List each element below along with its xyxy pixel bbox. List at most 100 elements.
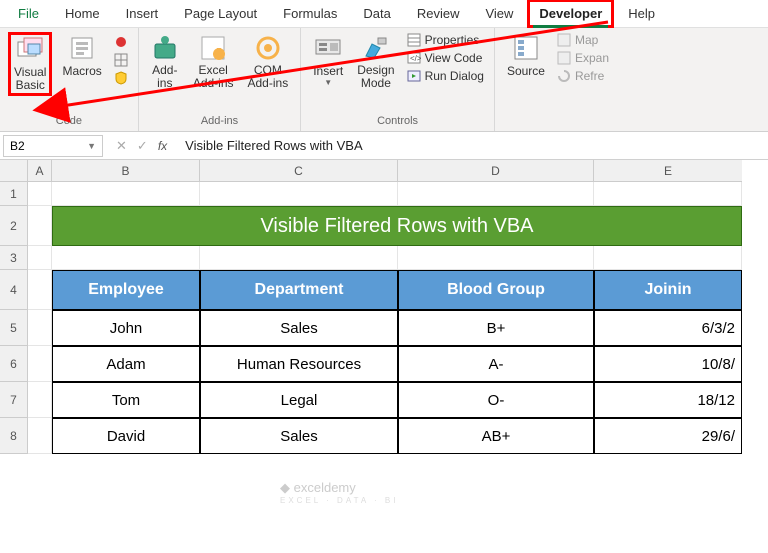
expand-icon bbox=[557, 51, 571, 65]
tab-page-layout[interactable]: Page Layout bbox=[172, 0, 269, 28]
cell[interactable] bbox=[28, 206, 52, 246]
cell-department[interactable]: Sales bbox=[200, 310, 398, 346]
table-header[interactable]: Joinin bbox=[594, 270, 742, 310]
tab-insert[interactable]: Insert bbox=[114, 0, 171, 28]
cancel-icon[interactable]: ✕ bbox=[116, 138, 127, 154]
row-header-7[interactable]: 7 bbox=[0, 382, 28, 418]
insert-control-icon bbox=[314, 34, 342, 62]
cell[interactable] bbox=[28, 346, 52, 382]
design-mode-button[interactable]: Design Mode bbox=[353, 32, 398, 92]
accept-icon[interactable]: ✓ bbox=[137, 138, 148, 154]
excel-addins-button[interactable]: Excel Add-ins bbox=[189, 32, 238, 92]
map-properties-button[interactable]: Map bbox=[555, 32, 611, 48]
tab-review[interactable]: Review bbox=[405, 0, 472, 28]
cell[interactable] bbox=[28, 418, 52, 454]
col-header-d[interactable]: D bbox=[398, 160, 594, 182]
row-header-2[interactable]: 2 bbox=[0, 206, 28, 246]
cell[interactable] bbox=[594, 246, 742, 270]
cell[interactable] bbox=[28, 382, 52, 418]
tab-file[interactable]: File bbox=[6, 0, 51, 28]
grid-icon bbox=[114, 53, 128, 67]
cell-join[interactable]: 29/6/ bbox=[594, 418, 742, 454]
fx-icon[interactable]: fx bbox=[158, 139, 167, 153]
cell[interactable] bbox=[28, 310, 52, 346]
tab-formulas[interactable]: Formulas bbox=[271, 0, 349, 28]
cell[interactable] bbox=[398, 246, 594, 270]
cell-join[interactable]: 10/8/ bbox=[594, 346, 742, 382]
view-code-button[interactable]: </> View Code bbox=[405, 50, 486, 66]
cell[interactable] bbox=[52, 246, 200, 270]
tab-view[interactable]: View bbox=[473, 0, 525, 28]
cell-department[interactable]: Sales bbox=[200, 418, 398, 454]
cell-employee[interactable]: Adam bbox=[52, 346, 200, 382]
col-header-a[interactable]: A bbox=[28, 160, 52, 182]
formula-input[interactable]: Visible Filtered Rows with VBA bbox=[177, 138, 768, 153]
cell-blood[interactable]: AB+ bbox=[398, 418, 594, 454]
macros-button[interactable]: Macros bbox=[58, 32, 105, 80]
addins-icon bbox=[151, 34, 179, 62]
run-dialog-button[interactable]: Run Dialog bbox=[405, 68, 486, 84]
cell[interactable] bbox=[28, 182, 52, 206]
col-header-b[interactable]: B bbox=[52, 160, 200, 182]
table-header[interactable]: Employee bbox=[52, 270, 200, 310]
group-xml: Source Map Expan Refre bbox=[495, 28, 619, 131]
cell[interactable] bbox=[200, 182, 398, 206]
row-header-6[interactable]: 6 bbox=[0, 346, 28, 382]
row-header-8[interactable]: 8 bbox=[0, 418, 28, 454]
col-header-e[interactable]: E bbox=[594, 160, 742, 182]
run-dialog-icon bbox=[407, 69, 421, 83]
cell-blood[interactable]: A- bbox=[398, 346, 594, 382]
group-code: Visual Basic Macros Code bbox=[0, 28, 139, 131]
source-button[interactable]: Source bbox=[503, 32, 549, 80]
cell-department[interactable]: Legal bbox=[200, 382, 398, 418]
table-header[interactable]: Department bbox=[200, 270, 398, 310]
expansion-button[interactable]: Expan bbox=[555, 50, 611, 66]
tab-home[interactable]: Home bbox=[53, 0, 112, 28]
tab-data[interactable]: Data bbox=[351, 0, 402, 28]
tab-developer[interactable]: Developer bbox=[527, 0, 614, 28]
cell-join[interactable]: 18/12 bbox=[594, 382, 742, 418]
design-mode-label: Design Mode bbox=[357, 64, 394, 90]
tab-help[interactable]: Help bbox=[616, 0, 667, 28]
row-header-5[interactable]: 5 bbox=[0, 310, 28, 346]
cell-employee[interactable]: John bbox=[52, 310, 200, 346]
relative-ref-button[interactable] bbox=[112, 52, 130, 68]
macro-security-button[interactable] bbox=[112, 70, 130, 86]
cell-blood[interactable]: B+ bbox=[398, 310, 594, 346]
group-addins-label: Add-ins bbox=[147, 115, 292, 129]
com-addins-label: COM Add-ins bbox=[248, 64, 289, 90]
visual-basic-button[interactable]: Visual Basic bbox=[8, 32, 52, 96]
table-header[interactable]: Blood Group bbox=[398, 270, 594, 310]
cell[interactable] bbox=[52, 182, 200, 206]
cell-employee[interactable]: Tom bbox=[52, 382, 200, 418]
com-addins-icon bbox=[254, 34, 282, 62]
addins-button[interactable]: Add- ins bbox=[147, 32, 183, 92]
col-header-c[interactable]: C bbox=[200, 160, 398, 182]
cell-department[interactable]: Human Resources bbox=[200, 346, 398, 382]
record-icon bbox=[114, 35, 128, 49]
table-row: John Sales B+ 6/3/2 bbox=[28, 310, 742, 346]
properties-button[interactable]: Properties bbox=[405, 32, 486, 48]
chevron-down-icon[interactable]: ▼ bbox=[87, 141, 96, 151]
cell[interactable] bbox=[594, 182, 742, 206]
cell-employee[interactable]: David bbox=[52, 418, 200, 454]
design-mode-icon bbox=[362, 34, 390, 62]
cell-blood[interactable]: O- bbox=[398, 382, 594, 418]
record-macro-button[interactable] bbox=[112, 34, 130, 50]
insert-control-button[interactable]: Insert ▼ bbox=[309, 32, 347, 89]
com-addins-button[interactable]: COM Add-ins bbox=[244, 32, 293, 92]
row-header-3[interactable]: 3 bbox=[0, 246, 28, 270]
formula-controls: ✕ ✓ fx bbox=[106, 138, 177, 154]
name-box[interactable]: B2 ▼ bbox=[3, 135, 103, 157]
cell[interactable] bbox=[28, 270, 52, 310]
banner-cell[interactable]: Visible Filtered Rows with VBA bbox=[52, 206, 742, 246]
row-header-4[interactable]: 4 bbox=[0, 270, 28, 310]
source-icon bbox=[512, 34, 540, 62]
cell-join[interactable]: 6/3/2 bbox=[594, 310, 742, 346]
cell[interactable] bbox=[200, 246, 398, 270]
refresh-button[interactable]: Refre bbox=[555, 68, 611, 84]
row-header-1[interactable]: 1 bbox=[0, 182, 28, 206]
cell[interactable] bbox=[28, 246, 52, 270]
select-all-corner[interactable] bbox=[0, 160, 28, 182]
cell[interactable] bbox=[398, 182, 594, 206]
